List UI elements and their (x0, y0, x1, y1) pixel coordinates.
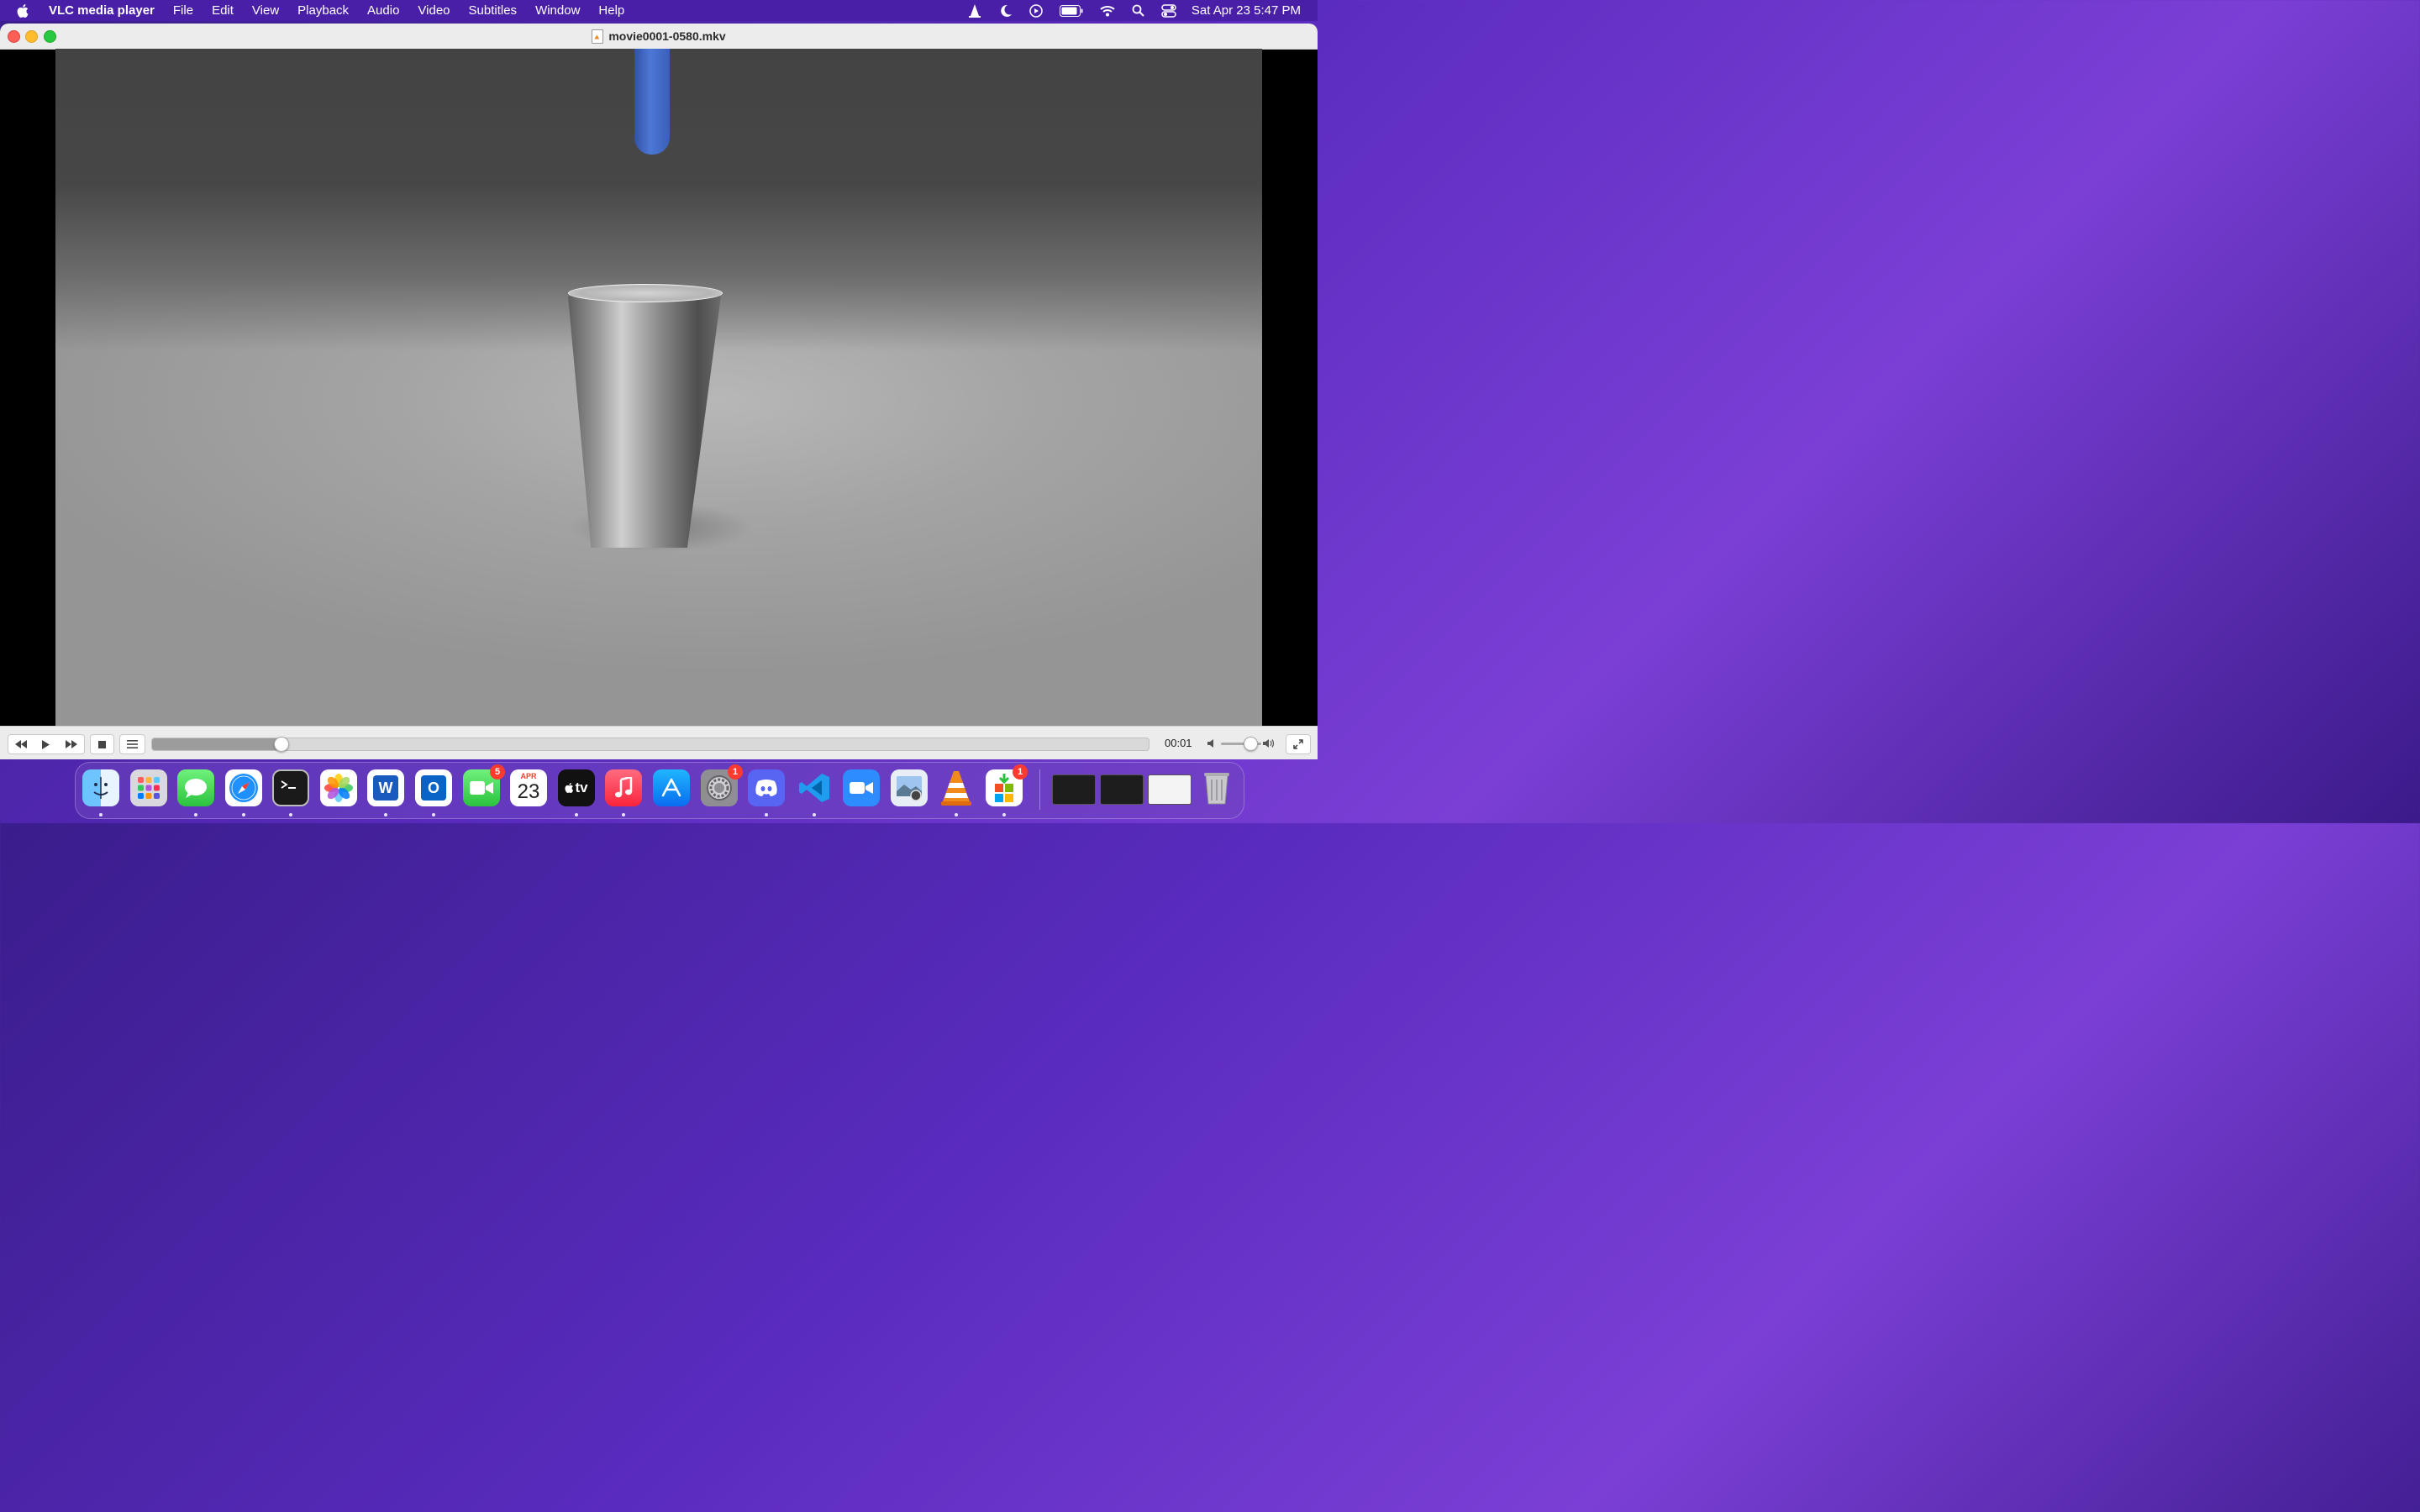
apple-menu-icon[interactable] (17, 3, 30, 18)
battery-icon[interactable] (1059, 4, 1083, 17)
calendar-day: 23 (517, 780, 540, 803)
minimize-window-button[interactable] (25, 30, 38, 43)
outlook-running-dot (432, 813, 435, 816)
apple-tv-icon[interactable]: tv (558, 769, 595, 806)
trash-icon[interactable] (1198, 769, 1235, 806)
calendar-icon[interactable]: APR 23 (510, 769, 547, 806)
glass-cup-rim (568, 284, 723, 302)
messages-icon[interactable] (177, 769, 214, 806)
menu-edit[interactable]: Edit (212, 3, 234, 18)
vlc-icon[interactable] (938, 769, 975, 806)
discord-icon[interactable] (748, 769, 785, 806)
installer-badge: 1 (1013, 764, 1028, 780)
vscode-icon[interactable] (796, 769, 833, 806)
close-window-button[interactable] (8, 30, 20, 43)
minimized-window-discord[interactable] (1100, 774, 1144, 805)
seek-progress-fill (152, 738, 282, 750)
spotlight-search-icon[interactable] (1132, 4, 1144, 17)
playlist-button[interactable] (119, 734, 145, 754)
dock-separator (1039, 769, 1040, 810)
terminal-running-dot (289, 813, 292, 816)
title-bar[interactable]: movie0001-0580.mkv (0, 24, 1318, 50)
terminal-icon[interactable] (272, 769, 309, 806)
menu-view[interactable]: View (252, 3, 279, 18)
wifi-icon[interactable] (1100, 5, 1115, 17)
minimized-window-terminal[interactable] (1052, 774, 1096, 805)
word-letter: W (373, 775, 398, 801)
menu-bar: VLC media player File Edit View Playback… (0, 0, 1318, 21)
facetime-icon[interactable]: 5 (463, 764, 505, 806)
messages-running-dot (194, 813, 197, 816)
stop-icon (98, 740, 106, 748)
word-running-dot (384, 813, 387, 816)
finder-icon[interactable] (82, 769, 119, 806)
discord-running-dot (765, 813, 768, 816)
system-preferences-badge: 1 (728, 764, 743, 780)
music-icon[interactable] (605, 769, 642, 806)
apple-tv-running-dot (575, 813, 578, 816)
document-icon (592, 29, 604, 44)
outlook-icon[interactable]: O (415, 769, 452, 806)
minimized-window-safari[interactable] (1148, 774, 1192, 805)
fast-forward-button[interactable] (58, 734, 85, 754)
zoom-icon[interactable] (843, 769, 880, 806)
volume-low-icon[interactable] (1207, 738, 1218, 753)
app-store-icon[interactable] (653, 769, 690, 806)
vlc-status-icon[interactable] (967, 3, 982, 18)
vlc-window: movie0001-0580.mkv 00:01 (0, 24, 1318, 759)
seek-bar[interactable] (151, 738, 1150, 751)
playback-controller: 00:01 (0, 726, 1318, 759)
play-button[interactable] (33, 734, 59, 754)
outlook-letter: O (421, 775, 446, 801)
preview-icon[interactable] (891, 769, 928, 806)
finder-running-dot (99, 813, 103, 816)
menu-subtitles[interactable]: Subtitles (469, 3, 518, 18)
fullscreen-button[interactable] (1286, 734, 1311, 754)
menu-window[interactable]: Window (535, 3, 580, 18)
volume-high-icon[interactable] (1263, 738, 1275, 753)
safari-running-dot (242, 813, 245, 816)
focus-moon-icon[interactable] (999, 4, 1013, 18)
window-title: movie0001-0580.mkv (608, 29, 726, 43)
rewind-icon (15, 740, 27, 748)
safari-icon[interactable] (225, 769, 262, 806)
photos-icon[interactable] (320, 769, 357, 806)
now-playing-icon[interactable] (1029, 3, 1043, 18)
zoom-window-button[interactable] (44, 30, 56, 43)
fast-forward-icon (65, 740, 77, 748)
vscode-running-dot (813, 813, 816, 816)
app-name-menu[interactable]: VLC media player (49, 3, 155, 18)
vlc-running-dot (955, 813, 958, 816)
menu-video[interactable]: Video (418, 3, 450, 18)
play-icon (41, 739, 50, 749)
stop-button[interactable] (90, 734, 114, 754)
volume-handle[interactable] (1243, 737, 1258, 751)
control-center-icon[interactable] (1161, 3, 1176, 18)
apple-logo-icon (565, 783, 574, 793)
facetime-badge: 5 (490, 764, 505, 780)
menu-audio[interactable]: Audio (367, 3, 399, 18)
menu-help[interactable]: Help (598, 3, 624, 18)
installer-icon[interactable]: 1 (986, 764, 1028, 806)
installer-running-dot (1002, 813, 1006, 816)
playlist-icon (127, 740, 138, 748)
launchpad-icon[interactable] (130, 769, 167, 806)
calendar-month: APR (520, 772, 537, 780)
video-frame[interactable] (55, 49, 1262, 726)
menu-playback[interactable]: Playback (297, 3, 349, 18)
rewind-button[interactable] (8, 734, 34, 754)
elapsed-time[interactable]: 00:01 (1165, 737, 1192, 749)
system-preferences-icon[interactable]: 1 (701, 764, 743, 806)
blue-object (634, 49, 670, 155)
word-icon[interactable]: W (367, 769, 404, 806)
menu-file[interactable]: File (173, 3, 193, 18)
apple-tv-label: tv (575, 780, 588, 795)
music-running-dot (622, 813, 625, 816)
fullscreen-icon (1293, 739, 1303, 749)
menu-clock[interactable]: Sat Apr 23 5:47 PM (1192, 3, 1301, 18)
